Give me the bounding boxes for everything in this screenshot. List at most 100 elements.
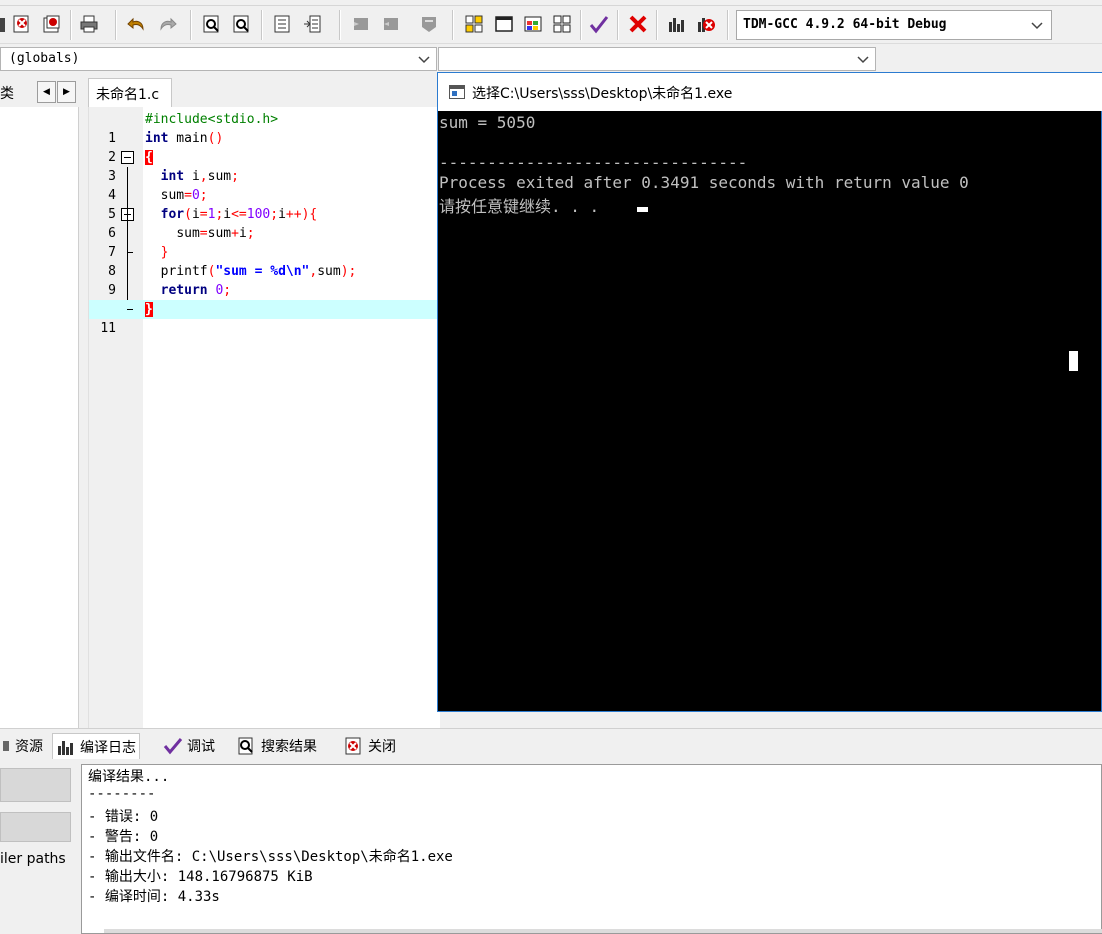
code-line: 4 int i,sum; [89, 167, 440, 203]
tab-compile-log-label: 编译日志 [80, 739, 136, 756]
identifier: i [238, 226, 247, 241]
identifier: sum [160, 188, 185, 203]
resources-icon [3, 741, 9, 751]
tab-scroll-right-button[interactable]: ▶ [57, 81, 76, 103]
scope-value: (globals) [9, 51, 80, 66]
tab-resources[interactable]: 资源 [0, 733, 46, 759]
log-line: -------- [88, 786, 156, 802]
log-line: - 输出大小: 148.16796875 KiB [88, 869, 313, 885]
delete-profile-icon[interactable] [695, 13, 717, 35]
tab-debug-label: 调试 [187, 739, 215, 755]
horizontal-scrollbar[interactable] [104, 929, 1102, 933]
keyword: int [160, 169, 185, 184]
number-literal: 100 [246, 207, 271, 222]
symbol: ; [231, 169, 239, 184]
tab-debug[interactable]: 调试 [160, 733, 218, 759]
redo-icon[interactable] [156, 13, 178, 35]
symbol-select[interactable] [438, 47, 876, 71]
tab-compile-log[interactable]: 编译日志 [52, 733, 140, 759]
goto-line-icon[interactable] [271, 13, 293, 35]
code-line: 10 return 0; [89, 281, 440, 317]
code-line: 8 } [89, 243, 440, 279]
log-line: - 输出文件名: C:\Users\sss\Desktop\未命名1.exe [88, 849, 453, 865]
symbol: ; [223, 283, 232, 298]
new-project-icon[interactable] [463, 13, 485, 35]
symbol: + [231, 226, 239, 241]
main-toolbar: TDM-GCC 4.9.2 64-bit Debug [0, 6, 1102, 44]
identifier: sum [207, 169, 232, 184]
window-icon[interactable] [493, 13, 515, 35]
undo-icon[interactable] [126, 13, 148, 35]
matched-brace: { [145, 150, 153, 165]
find-icon[interactable] [201, 13, 223, 35]
close-file-icon[interactable] [11, 13, 33, 35]
symbol: ( [184, 207, 192, 222]
code-line: 1 #include<stdio.h> [89, 110, 440, 146]
shorten-paths-button[interactable] [0, 812, 71, 842]
chevron-down-icon [1027, 15, 1047, 35]
compiler-profile-select[interactable]: TDM-GCC 4.9.2 64-bit Debug [736, 10, 1052, 40]
symbol: ; [270, 207, 279, 222]
code-line: 9 printf("sum = %d\n",sum); [89, 262, 440, 298]
compile-log-textarea[interactable]: 编译结果... -------- - 错误: 0 - 警告: 0 - 输出文件名… [81, 764, 1102, 934]
identifier: i [223, 207, 232, 222]
unindent-icon[interactable] [380, 13, 402, 35]
symbol: ; [199, 188, 208, 203]
code-line: 3 { [89, 148, 440, 184]
tab-search-results-label: 搜索结果 [261, 739, 317, 755]
compiler-profile-value: TDM-GCC 4.9.2 64-bit Debug [743, 17, 947, 32]
identifier: i [278, 207, 286, 222]
tab-source-file[interactable]: 未命名1.c [88, 78, 172, 107]
replace-icon[interactable] [231, 13, 253, 35]
number-literal: 0 [207, 283, 224, 298]
bar-chart-icon [58, 740, 73, 755]
new-file-icon[interactable] [0, 13, 10, 35]
log-line: 编译结果... [88, 769, 170, 785]
identifier: i [191, 207, 200, 222]
keyword: for [160, 207, 185, 222]
scope-select[interactable]: (globals) [0, 47, 437, 71]
chevron-down-icon [855, 51, 871, 67]
console-line: sum = 5050 [439, 113, 536, 132]
symbol: ; [246, 226, 255, 241]
abort-compilation-button[interactable] [0, 768, 71, 802]
console-window[interactable]: 选择C:\Users\sss\Desktop\未命名1.exe sum = 50… [437, 72, 1102, 712]
code-line: 7 sum=sum+i; [89, 224, 440, 260]
stop-execution-icon[interactable] [627, 13, 649, 35]
console-title-bar[interactable]: 选择C:\Users\sss\Desktop\未命名1.exe [438, 73, 1102, 111]
project-options-icon[interactable] [522, 13, 544, 35]
fold-guide [127, 309, 133, 310]
line-number: 11 [89, 319, 143, 338]
symbol: () [207, 131, 224, 146]
tab-classes-label: 类 [0, 86, 14, 102]
search-icon [238, 737, 253, 755]
toggle-comment-icon[interactable] [418, 13, 440, 35]
compiler-paths-checkbox-label[interactable]: iler paths [0, 851, 80, 867]
code-line: 5 sum=0; [89, 186, 440, 222]
check-icon [163, 738, 183, 755]
brace: } [160, 245, 169, 260]
class-tree[interactable] [0, 107, 79, 728]
tab-scroll-left-button[interactable]: ◀ [37, 81, 56, 103]
indent-icon[interactable] [350, 13, 372, 35]
print-icon[interactable] [78, 13, 100, 35]
symbol: , [199, 169, 208, 184]
grid-view-icon[interactable] [551, 13, 573, 35]
identifier: i [184, 169, 200, 184]
tab-classes[interactable]: 类 [0, 81, 24, 105]
string-literal: "sum = %d\n" [215, 264, 310, 279]
code-editor[interactable]: 1 #include<stdio.h> 2 int main() 3 { 4 i… [88, 107, 440, 728]
console-output[interactable]: sum = 5050 -----------------------------… [438, 111, 1101, 711]
triangle-left-icon: ◀ [43, 87, 50, 97]
symbol: = [184, 188, 192, 203]
profile-chart-icon[interactable] [666, 13, 688, 35]
check-syntax-icon[interactable] [588, 13, 610, 35]
matched-brace: } [145, 302, 153, 317]
fold-guide [127, 167, 128, 300]
close-all-icon[interactable] [41, 13, 63, 35]
tab-close[interactable]: 关闭 [341, 733, 399, 759]
tab-search-results[interactable]: 搜索结果 [234, 733, 320, 759]
keyword: int [145, 131, 169, 146]
symbol: ); [340, 264, 357, 279]
goto-function-icon[interactable] [301, 13, 323, 35]
